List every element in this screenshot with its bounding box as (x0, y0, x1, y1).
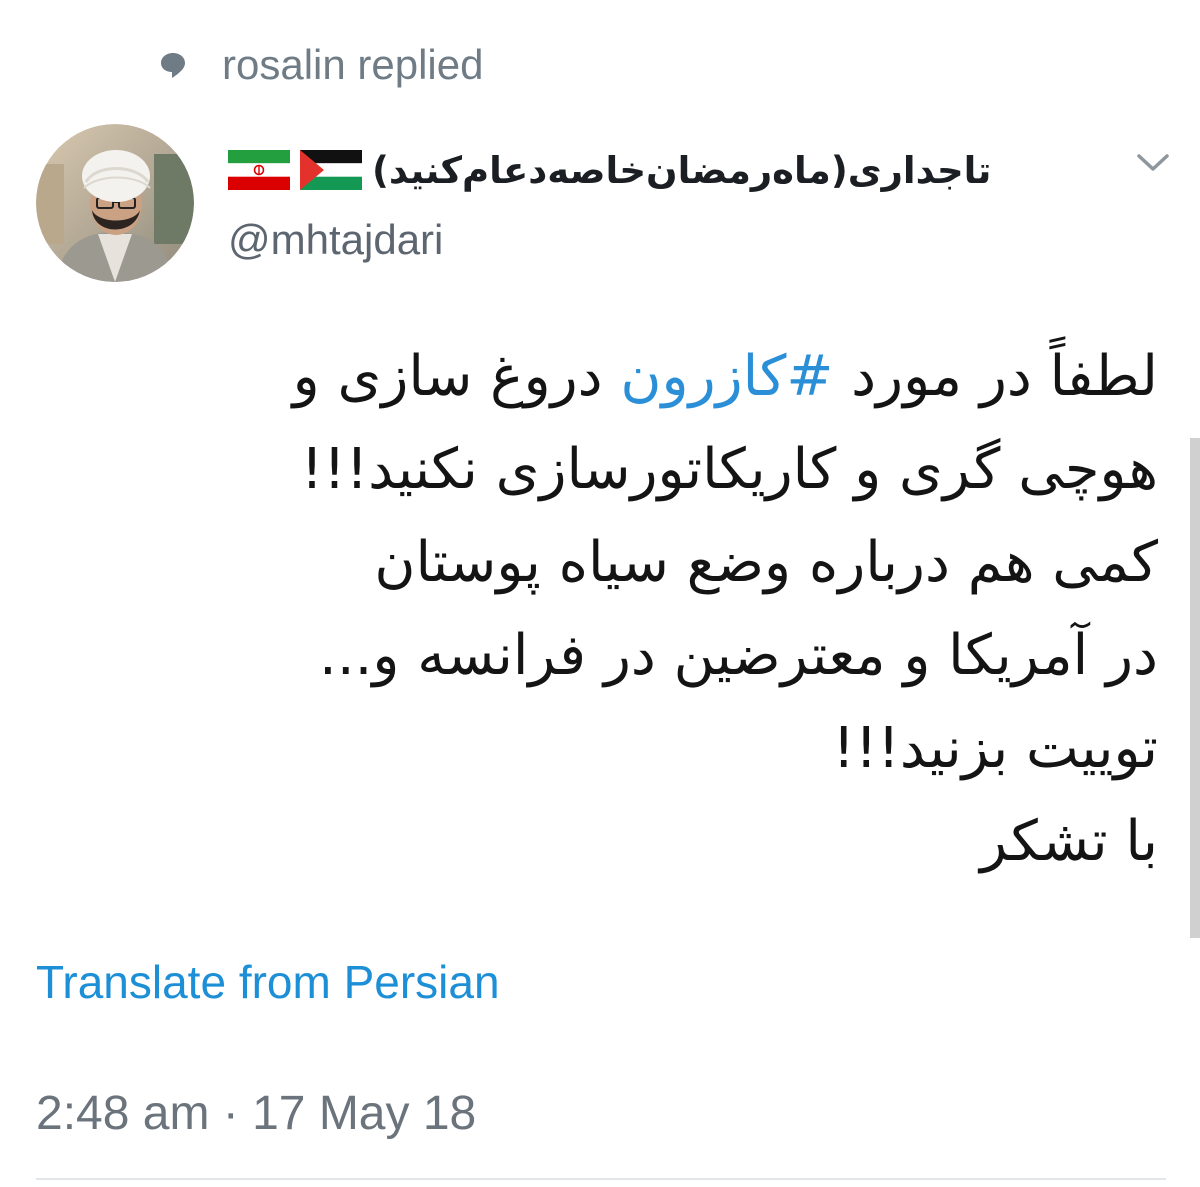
hashtag-link[interactable]: #کازرون (620, 344, 833, 409)
tweet-line: توییت بزنید!!! (832, 716, 1159, 781)
scrollbar[interactable] (1190, 438, 1200, 938)
tweet-timestamp[interactable]: 2:48 am · 17 May 18 (36, 1086, 476, 1141)
reply-context: rosalin replied (158, 38, 483, 92)
tweet-line: کمی هم درباره وضع سیاه پوستان (374, 530, 1158, 595)
tweet-line: هوچی گری و کاریکاتورسازی نکنید!!! (300, 437, 1158, 502)
divider (36, 1178, 1166, 1180)
speech-bubble-icon (158, 50, 188, 80)
tweet-line: لطفاً در مورد #کازرون دروغ سازی و (292, 344, 1158, 409)
display-name-row[interactable]: تاجداری(ماه‌رمضان‌خاصه‌دعام‌کنید) (228, 130, 1028, 210)
iran-flag-icon (228, 150, 290, 190)
reply-context-label: rosalin replied (222, 41, 484, 88)
palestine-flag-icon (300, 150, 362, 190)
user-handle[interactable]: @mhtajdari (228, 216, 1028, 264)
author-block: تاجداری(ماه‌رمضان‌خاصه‌دعام‌کنید) @mhtaj… (228, 130, 1028, 264)
tweet-line: با تشکر (980, 809, 1158, 874)
avatar[interactable] (36, 124, 194, 282)
tweet-line: در آمریکا و معترضین در فرانسه و... (319, 623, 1158, 688)
translate-link[interactable]: Translate from Persian (36, 955, 500, 1009)
tweet-screen: rosalin replied (0, 0, 1200, 1187)
chevron-down-icon[interactable] (1136, 152, 1170, 174)
tweet-text: لطفاً در مورد #کازرون دروغ سازی و هوچی گ… (58, 330, 1158, 888)
display-name: تاجداری(ماه‌رمضان‌خاصه‌دعام‌کنید) (372, 148, 992, 192)
